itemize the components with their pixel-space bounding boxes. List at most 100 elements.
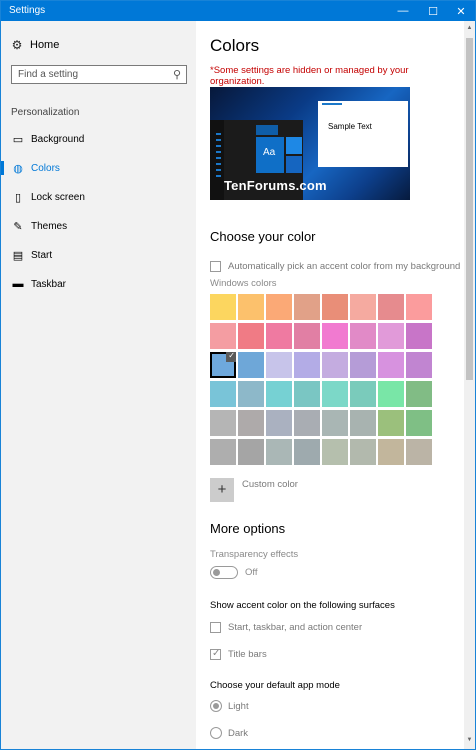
color-swatch[interactable] xyxy=(294,294,320,320)
sidebar-item-start[interactable]: ▤ Start xyxy=(1,244,196,266)
color-swatch[interactable] xyxy=(210,294,236,320)
color-swatch[interactable] xyxy=(322,352,348,378)
color-swatch[interactable] xyxy=(406,381,432,407)
color-swatch[interactable] xyxy=(406,352,432,378)
color-swatch[interactable] xyxy=(406,410,432,436)
sidebar-item-background[interactable]: ▭ Background xyxy=(1,128,196,150)
auto-accent-checkbox[interactable] xyxy=(210,261,221,272)
search-icon[interactable]: ⚲ xyxy=(173,68,181,81)
color-swatch[interactable] xyxy=(266,294,292,320)
title-bar: Settings — ☐ ✕ xyxy=(1,1,475,21)
color-swatch[interactable] xyxy=(266,410,292,436)
color-swatch[interactable] xyxy=(210,381,236,407)
transparency-toggle[interactable] xyxy=(210,566,238,579)
preview-window-title xyxy=(322,103,342,105)
sidebar-item-label: Colors xyxy=(31,162,60,174)
sidebar-item-colors[interactable]: ◍ Colors xyxy=(1,157,196,179)
color-swatch[interactable] xyxy=(266,323,292,349)
color-swatch[interactable] xyxy=(406,323,432,349)
lock-screen-icon: ▯ xyxy=(14,191,22,204)
transparency-label: Transparency effects xyxy=(210,549,299,560)
color-swatch[interactable] xyxy=(322,381,348,407)
more-options-heading: More options xyxy=(210,521,286,536)
custom-color-label[interactable]: Custom color xyxy=(242,479,298,490)
main-panel: Colors *Some settings are hidden or mana… xyxy=(196,21,464,749)
color-swatch[interactable] xyxy=(350,294,376,320)
color-swatch[interactable] xyxy=(238,294,264,320)
color-swatch[interactable] xyxy=(266,381,292,407)
color-swatch[interactable] xyxy=(378,294,404,320)
scroll-down-arrow[interactable]: ▼ xyxy=(464,737,475,745)
color-swatch[interactable] xyxy=(378,410,404,436)
dark-mode-label: Dark xyxy=(228,728,249,739)
color-swatch[interactable] xyxy=(294,381,320,407)
checkmark-icon: ✓ xyxy=(228,351,235,360)
color-swatch[interactable] xyxy=(294,352,320,378)
title-bars-label: Title bars xyxy=(228,649,267,660)
color-swatch[interactable] xyxy=(378,439,404,465)
color-swatch[interactable]: ✓ xyxy=(210,351,236,378)
color-swatch[interactable] xyxy=(322,410,348,436)
color-swatch[interactable] xyxy=(378,381,404,407)
color-swatch[interactable] xyxy=(266,439,292,465)
title-bars-checkbox[interactable] xyxy=(210,648,221,660)
color-swatch[interactable] xyxy=(350,410,376,436)
accent-surfaces-label: Show accent color on the following surfa… xyxy=(210,600,395,611)
sidebar-item-taskbar[interactable]: ▬ Taskbar xyxy=(1,273,196,295)
color-swatch[interactable] xyxy=(238,381,264,407)
color-swatch[interactable] xyxy=(294,439,320,465)
scrollbar[interactable]: ▲ ▼ xyxy=(464,21,475,749)
sidebar-item-label: Start xyxy=(31,249,53,261)
preview-app-list xyxy=(216,133,221,181)
color-swatch[interactable] xyxy=(238,352,264,378)
sidebar-item-lock-screen[interactable]: ▯ Lock screen xyxy=(1,186,196,208)
color-swatch[interactable] xyxy=(378,352,404,378)
preview-tiles: Aa xyxy=(256,125,302,173)
start-taskbar-checkbox[interactable] xyxy=(210,622,221,633)
preview-tile-aa: Aa xyxy=(256,137,284,173)
sidebar-item-themes[interactable]: ✎ Themes xyxy=(1,215,196,237)
color-swatch[interactable] xyxy=(210,439,236,465)
theme-preview: Aa Sample Text TenForums.com xyxy=(210,87,410,200)
color-swatch[interactable] xyxy=(294,323,320,349)
color-swatch[interactable] xyxy=(210,323,236,349)
preview-tile xyxy=(286,156,302,173)
minimize-button[interactable]: — xyxy=(389,1,417,21)
color-swatch[interactable] xyxy=(378,323,404,349)
custom-color-button[interactable]: + xyxy=(210,478,234,502)
active-indicator xyxy=(1,132,4,146)
color-swatch[interactable] xyxy=(238,323,264,349)
dark-mode-radio[interactable] xyxy=(210,727,222,739)
color-swatch[interactable] xyxy=(322,294,348,320)
home-link[interactable]: ⚙ Home xyxy=(11,38,60,52)
light-mode-label: Light xyxy=(228,701,249,712)
app-mode-label: Choose your default app mode xyxy=(210,680,340,691)
color-swatch[interactable] xyxy=(350,323,376,349)
maximize-button[interactable]: ☐ xyxy=(419,1,447,21)
light-mode-radio[interactable] xyxy=(210,700,222,712)
color-swatch[interactable] xyxy=(294,410,320,436)
scroll-thumb[interactable] xyxy=(466,38,473,380)
color-swatch[interactable] xyxy=(322,323,348,349)
search-input[interactable]: Find a setting ⚲ xyxy=(11,65,187,84)
color-swatch[interactable] xyxy=(266,352,292,378)
active-indicator xyxy=(1,190,4,204)
color-swatch[interactable] xyxy=(350,381,376,407)
preview-tile xyxy=(256,125,278,135)
scroll-up-arrow[interactable]: ▲ xyxy=(464,25,475,33)
color-swatch[interactable] xyxy=(406,439,432,465)
color-swatch[interactable] xyxy=(406,294,432,320)
settings-window: Settings — ☐ ✕ ⚙ Home Find a setting ⚲ P… xyxy=(0,0,476,750)
sidebar-item-label: Themes xyxy=(31,220,68,232)
color-swatch[interactable] xyxy=(238,439,264,465)
color-swatch[interactable] xyxy=(350,439,376,465)
color-swatch[interactable] xyxy=(350,352,376,378)
color-swatch[interactable] xyxy=(210,410,236,436)
color-swatch[interactable] xyxy=(238,410,264,436)
start-taskbar-label: Start, taskbar, and action center xyxy=(228,622,363,633)
sidebar: ⚙ Home Find a setting ⚲ Personalization … xyxy=(1,21,196,749)
palette-icon: ◍ xyxy=(13,162,23,175)
search-placeholder: Find a setting xyxy=(18,69,79,80)
color-swatch[interactable] xyxy=(322,439,348,465)
close-button[interactable]: ✕ xyxy=(447,1,475,21)
